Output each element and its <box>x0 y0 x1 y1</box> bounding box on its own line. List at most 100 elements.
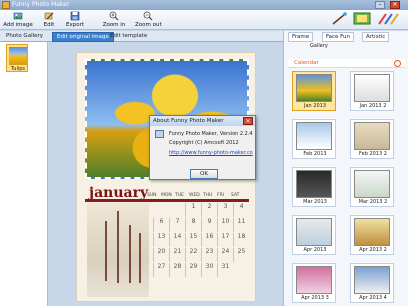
zoom-in-icon <box>109 11 119 21</box>
calendar-template-item[interactable]: Mar 2013 <box>292 167 336 207</box>
tab-edit-template[interactable]: Edit template <box>106 32 151 42</box>
day-cell: 7 <box>169 218 185 232</box>
day-cell: 28 <box>169 263 185 277</box>
collapse-icon[interactable]: ^ <box>394 60 401 67</box>
day-cell: 20 <box>153 248 169 262</box>
template-preview-image <box>296 170 332 198</box>
day-cell: 11 <box>233 218 249 232</box>
gallery-label: Gallery <box>310 43 328 49</box>
weekday-label: WED <box>189 193 200 198</box>
zoom-out-button[interactable]: Zoom out <box>135 10 162 30</box>
calendar-template-item[interactable]: Jan 2013 2 <box>350 71 394 111</box>
tulips-thumbnail-image <box>9 47 27 65</box>
export-button[interactable]: Export <box>63 10 87 30</box>
day-cell: 16 <box>201 233 217 247</box>
template-preview-image <box>354 266 390 294</box>
minimize-button[interactable]: – <box>375 1 385 9</box>
template-label: Apr 2013 <box>303 247 327 253</box>
copyright-text: Copyright (C) Amcsoft 2012 <box>169 140 239 146</box>
calendar-template-item[interactable]: Apr 2013 <box>292 215 336 255</box>
zoom-in-label: Zoom in <box>102 22 126 28</box>
template-preview-image <box>296 122 332 150</box>
calendar-template-item[interactable]: Jan 2013 <box>292 71 336 111</box>
template-label: Jan 2013 <box>303 103 327 109</box>
title-bar: Funny Photo Maker – ✕ <box>0 0 408 10</box>
add-image-button[interactable]: Add image <box>3 10 33 30</box>
day-cell: 10 <box>217 218 233 232</box>
template-preview-image <box>296 74 332 102</box>
calendar-section-label: Calendar <box>294 60 319 66</box>
thumbnail-label: Tulips <box>10 66 26 72</box>
toolbar: Add image Edit Export Zoom in Zoom out <box>0 10 408 30</box>
window-title: Funny Photo Maker <box>12 1 70 8</box>
day-cell: 31 <box>217 263 233 277</box>
calendar-section-header[interactable]: Calendar ^ <box>288 59 405 68</box>
template-label: Mar 2013 2 <box>358 199 388 205</box>
edit-button[interactable]: Edit <box>40 10 58 30</box>
dialog-title: About Funny Photo Maker <box>150 116 255 126</box>
about-dialog: About Funny Photo Maker ✕ Funny Photo Ma… <box>149 115 256 180</box>
template-preview-image <box>296 218 332 246</box>
day-cell: 18 <box>233 233 249 247</box>
zoom-out-label: Zoom out <box>135 22 162 28</box>
day-cell: 29 <box>185 263 201 277</box>
day-cell: 24 <box>217 248 233 262</box>
day-cell: 9 <box>201 218 217 232</box>
weekday-label: SAT <box>231 193 240 198</box>
tab-frame[interactable]: Frame <box>288 32 314 42</box>
calendar-template-item[interactable]: Mar 2013 2 <box>350 167 394 207</box>
day-cell: 23 <box>201 248 217 262</box>
gallery-thumbnail[interactable]: Tulips <box>6 44 28 72</box>
weekday-label: THU <box>203 193 213 198</box>
day-cell: 13 <box>153 233 169 247</box>
day-cell: 27 <box>153 263 169 277</box>
photo-gallery-panel: Tulips <box>0 42 48 306</box>
day-cell: 22 <box>185 248 201 262</box>
pencils-icon <box>378 13 399 25</box>
day-cell: 8 <box>185 218 201 232</box>
day-cell: 3 <box>217 203 233 217</box>
dialog-close-button[interactable]: ✕ <box>243 117 253 125</box>
day-cell: 25 <box>233 248 249 262</box>
template-preview-image <box>354 122 390 150</box>
template-preview-image <box>354 218 390 246</box>
day-cell: 15 <box>185 233 201 247</box>
tab-photo-gallery[interactable]: Photo Gallery <box>2 32 47 42</box>
calendar-template-item[interactable]: Apr 2013 4 <box>350 263 394 303</box>
export-icon <box>70 11 80 21</box>
weekday-label: TUE <box>175 193 184 198</box>
add-image-icon <box>13 12 23 20</box>
ok-button[interactable]: OK <box>190 169 218 179</box>
add-image-label: Add image <box>3 22 33 28</box>
weekday-label: MON <box>161 193 172 198</box>
edit-label: Edit <box>43 22 55 28</box>
template-panel: Frame Face Fun Artistic Gallery Calendar… <box>283 31 408 306</box>
template-label: Jan 2013 2 <box>359 103 387 109</box>
calendar-template-item[interactable]: Apr 2013 2 <box>350 215 394 255</box>
day-cell: 30 <box>201 263 217 277</box>
tab-face-fun[interactable]: Face Fun <box>322 32 355 42</box>
template-label: Mar 2013 <box>303 199 327 205</box>
zoom-out-icon <box>143 11 153 21</box>
app-info-icon <box>155 130 164 138</box>
day-cell: 4 <box>233 203 249 217</box>
day-cell: 14 <box>169 233 185 247</box>
template-preview-image <box>296 266 332 294</box>
brush-icon <box>332 12 347 25</box>
template-label: Feb 2013 <box>303 151 327 157</box>
tab-edit-original-image[interactable]: Edit original image <box>52 32 114 42</box>
template-preview-image <box>354 170 390 198</box>
calendar-template-item[interactable]: Apr 2013 3 <box>292 263 336 303</box>
weekday-label: SUN <box>147 193 157 198</box>
calendar-template-item[interactable]: Feb 2013 <box>292 119 336 159</box>
template-label: Feb 2013 2 <box>359 151 387 157</box>
tab-artistic[interactable]: Artistic <box>362 32 390 42</box>
app-icon <box>2 1 10 9</box>
close-button[interactable]: ✕ <box>390 1 400 9</box>
edit-icon <box>44 12 54 20</box>
day-cell: 1 <box>185 203 201 217</box>
zoom-in-button[interactable]: Zoom in <box>102 10 126 30</box>
website-link[interactable]: http://www.funny-photo-maker.co <box>169 150 253 156</box>
month-divider <box>85 199 249 202</box>
calendar-template-item[interactable]: Feb 2013 2 <box>350 119 394 159</box>
